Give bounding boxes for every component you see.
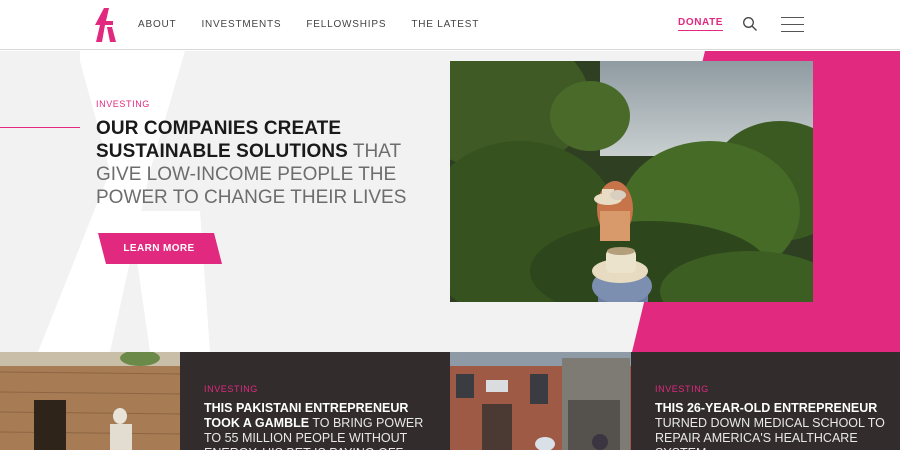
site-header: ABOUT INVESTMENTS FELLOWSHIPS THE LATEST… [0,0,900,50]
coffee-farm-photo[interactable] [450,61,813,302]
card-1-headline: THIS PAKISTANI ENTREPRENEUR TOOK A GAMBL… [204,401,434,450]
card-2[interactable]: INVESTING THIS 26-YEAR-OLD ENTREPRENEUR … [631,352,900,450]
card-1[interactable]: INVESTING THIS PAKISTANI ENTREPRENEUR TO… [180,352,450,450]
hero-eyebrow: INVESTING [96,99,150,109]
learn-more-button[interactable]: LEARN MORE [96,233,222,264]
card-1-photo[interactable] [0,352,180,450]
card-2-photo[interactable] [450,352,631,450]
nav-about[interactable]: ABOUT [138,19,176,30]
hero-headline: OUR COMPANIES CREATE SUSTAINABLE SOLUTIO… [96,117,426,209]
card-1-eyebrow: INVESTING [204,384,258,394]
a-logo-icon[interactable] [94,8,118,42]
card-2-headline-light: TURNED DOWN MEDICAL SCHOOL TO REPAIR AME… [655,416,885,450]
nav-investments[interactable]: INVESTMENTS [201,19,281,30]
story-cards: INVESTING THIS PAKISTANI ENTREPRENEUR TO… [0,352,900,450]
card-2-eyebrow: INVESTING [655,384,709,394]
main-nav: ABOUT INVESTMENTS FELLOWSHIPS THE LATEST [138,0,504,48]
hero-section: INVESTING OUR COMPANIES CREATE SUSTAINAB… [0,51,900,352]
accent-line [0,127,80,128]
hamburger-menu-icon[interactable] [781,17,804,32]
nav-the-latest[interactable]: THE LATEST [411,19,479,30]
card-2-headline-strong: THIS 26-YEAR-OLD ENTREPRENEUR [655,401,878,415]
hero-headline-strong: OUR COMPANIES CREATE SUSTAINABLE SOLUTIO… [96,118,348,162]
learn-more-label: LEARN MORE [123,243,195,254]
donate-link[interactable]: DONATE [678,17,724,31]
nav-fellowships[interactable]: FELLOWSHIPS [306,19,386,30]
card-2-headline: THIS 26-YEAR-OLD ENTREPRENEUR TURNED DOW… [655,401,885,450]
search-icon[interactable] [742,16,758,32]
